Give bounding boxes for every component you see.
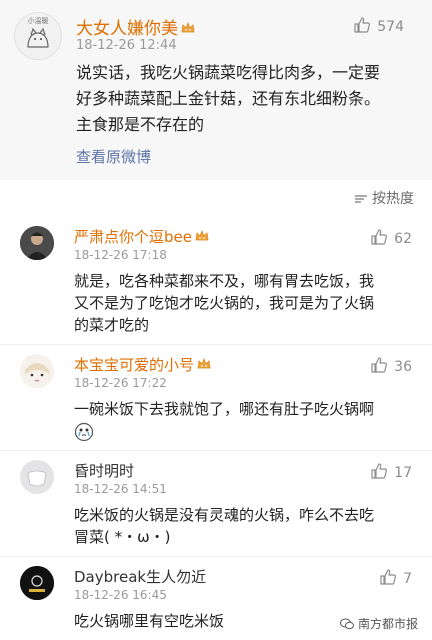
- comment-like-count: 36: [394, 359, 412, 375]
- crying-emoji-icon: [74, 422, 94, 442]
- comment-line: 一碗米饭下去我就饱了，哪还有肚子吃火锅啊: [74, 400, 375, 418]
- comment-line: 就是，吃各种菜都来不及，哪有胃去吃饭，我: [74, 272, 375, 290]
- comment-time: 18-12-26 17:22: [74, 376, 167, 390]
- comment-like-count: 62: [394, 231, 412, 247]
- dark-logo-avatar-icon: [20, 566, 54, 600]
- comment-line: 冒菜( *・ω・): [74, 528, 171, 546]
- thumbs-up-icon: [371, 229, 388, 245]
- post-username[interactable]: 大女人嫌你美: [76, 14, 195, 39]
- comment-avatar[interactable]: [20, 460, 54, 494]
- comment-username-text: 本宝宝可爱的小号: [74, 356, 195, 374]
- post-line: 好多种蔬菜配上金针菇，还有东北细粉条。: [76, 89, 381, 108]
- thumbs-up-icon: [354, 17, 371, 33]
- comment-like-count: 7: [403, 571, 412, 587]
- post-username-text: 大女人嫌你美: [76, 19, 178, 39]
- cup-photo-icon: [20, 460, 54, 494]
- comment-line: 的菜才吃的: [74, 316, 150, 334]
- comment-time: 18-12-26 14:51: [74, 482, 167, 496]
- post-time: 18-12-26 12:44: [76, 38, 177, 53]
- comment-like-button[interactable]: 7: [379, 568, 412, 587]
- thumbs-up-icon: [371, 463, 388, 479]
- comment-line: 吃米饭的火锅是没有灵魂的火锅，咋么不去吃: [74, 506, 375, 524]
- newspaper-watermark: 南方都市报: [335, 613, 422, 634]
- comment-item: 本宝宝可爱的小号 18-12-26 17:22 36 一碗米饭下去我就饱了，哪还…: [0, 354, 432, 454]
- watermark-text: 南方都市报: [357, 617, 418, 631]
- anime-face-icon: [20, 354, 54, 388]
- view-original-link[interactable]: 查看原微博: [76, 146, 151, 167]
- sort-label: 按热度: [372, 191, 414, 207]
- thumbs-up-icon: [380, 569, 397, 585]
- comment-item: 严肃点你个逗bee 18-12-26 17:18 62 就是，吃各种菜都来不及，…: [0, 226, 432, 344]
- comment-avatar[interactable]: [20, 566, 54, 600]
- comment-item: 昏时明时 18-12-26 14:51 17 吃米饭的火锅是没有灵魂的火锅，咋么…: [0, 460, 432, 560]
- post-avatar[interactable]: 小温暖: [14, 12, 62, 60]
- sort-by-hot-button[interactable]: 按热度: [354, 188, 414, 208]
- comment-username[interactable]: Daybreak生人勿近: [74, 566, 206, 587]
- comment-time: 18-12-26 16:45: [74, 588, 167, 602]
- post-line: 说实话，我吃火锅蔬菜吃得比肉多，一定要: [76, 63, 381, 82]
- comment-avatar[interactable]: [20, 354, 54, 388]
- person-photo-icon: [20, 226, 54, 260]
- crown-badge-icon: [197, 358, 211, 369]
- comment-line: 又不是为了吃饱才吃火锅的，我可是为了火锅: [74, 294, 375, 312]
- post-line: 主食那是不存在的: [76, 115, 205, 134]
- comment-like-button[interactable]: 17: [370, 462, 412, 481]
- comment-like-button[interactable]: 36: [370, 356, 412, 375]
- thumbs-up-icon: [371, 357, 388, 373]
- original-post: 小温暖 大女人嫌你美 18-12-26 12:44 574 说实话，我吃火锅蔬菜…: [0, 0, 432, 180]
- divider: [0, 450, 432, 451]
- comment-like-count: 17: [394, 465, 412, 481]
- comment-username[interactable]: 本宝宝可爱的小号: [74, 354, 211, 375]
- comment-username-text: Daybreak生人勿近: [74, 568, 207, 586]
- comment-text: 就是，吃各种菜都来不及，哪有胃去吃饭，我 又不是为了吃饱才吃火锅的，我可是为了火…: [74, 270, 414, 336]
- comment-username-text: 昏时明时: [74, 462, 135, 480]
- comment-avatar[interactable]: [20, 226, 54, 260]
- comment-username-text: 严肃点你个逗bee: [74, 228, 192, 246]
- post-body: 说实话，我吃火锅蔬菜吃得比肉多，一定要 好多种蔬菜配上金针菇，还有东北细粉条。 …: [76, 60, 414, 138]
- comment-time: 18-12-26 17:18: [74, 248, 167, 262]
- comment-text: 吃米饭的火锅是没有灵魂的火锅，咋么不去吃 冒菜( *・ω・): [74, 504, 414, 548]
- weibo-comment-page: 小温暖 大女人嫌你美 18-12-26 12:44 574 说实话，我吃火锅蔬菜…: [0, 0, 432, 640]
- comment-like-button[interactable]: 62: [370, 228, 412, 247]
- post-like-count: 574: [377, 19, 404, 35]
- divider: [0, 556, 432, 557]
- divider: [0, 344, 432, 345]
- wechat-icon: [339, 618, 354, 630]
- cat-doodle-icon: [27, 27, 49, 48]
- crown-badge-icon: [181, 22, 195, 33]
- crown-badge-icon: [195, 230, 209, 241]
- comment-text: 一碗米饭下去我就饱了，哪还有肚子吃火锅啊: [74, 398, 414, 448]
- comment-username[interactable]: 昏时明时: [74, 460, 134, 481]
- sort-icon: [355, 195, 367, 203]
- post-like-button[interactable]: 574: [353, 16, 404, 35]
- comment-username[interactable]: 严肃点你个逗bee: [74, 226, 209, 247]
